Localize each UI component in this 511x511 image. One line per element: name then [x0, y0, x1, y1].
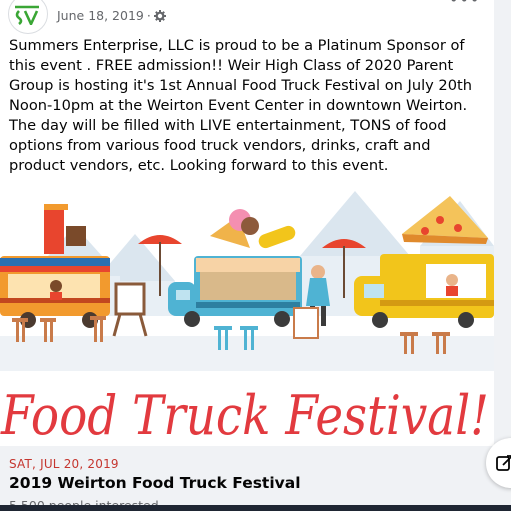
banner-illustration: Food Truck Festival! — [0, 191, 494, 446]
event-banner-image[interactable]: Food Truck Festival! — [0, 186, 494, 446]
share-icon — [496, 455, 511, 471]
ice-cream-sign — [210, 209, 296, 249]
gear-icon[interactable] — [153, 10, 166, 25]
date-separator: · — [146, 8, 151, 23]
event-date: SAT, JUL 20, 2019 — [9, 457, 119, 471]
sv-logo-icon — [15, 5, 39, 25]
event-title-link[interactable]: 2019 Weirton Food Truck Festival — [9, 474, 301, 492]
banner-headline: Food Truck Festival! — [0, 384, 489, 446]
os-taskbar — [0, 505, 511, 511]
page-avatar[interactable] — [8, 0, 48, 34]
blue-food-truck — [168, 256, 302, 327]
post-date[interactable]: June 18, 2019 — [57, 8, 144, 23]
post-timestamp[interactable]: June 18, 2019 · — [57, 8, 166, 25]
post-card: June 18, 2019· ••• Summers Enterprise, L… — [0, 0, 494, 511]
event-info-panel[interactable]: SAT, JUL 20, 2019 2019 Weirton Food Truc… — [0, 446, 494, 511]
post-body-text: Summers Enterprise, LLC is proud to be a… — [9, 37, 472, 174]
menu-easel — [112, 282, 148, 337]
pizza-sign — [402, 196, 488, 244]
more-options-button[interactable]: ••• — [449, 0, 480, 9]
post-header: June 18, 2019· ••• — [0, 0, 494, 34]
orange-food-truck — [0, 204, 110, 328]
